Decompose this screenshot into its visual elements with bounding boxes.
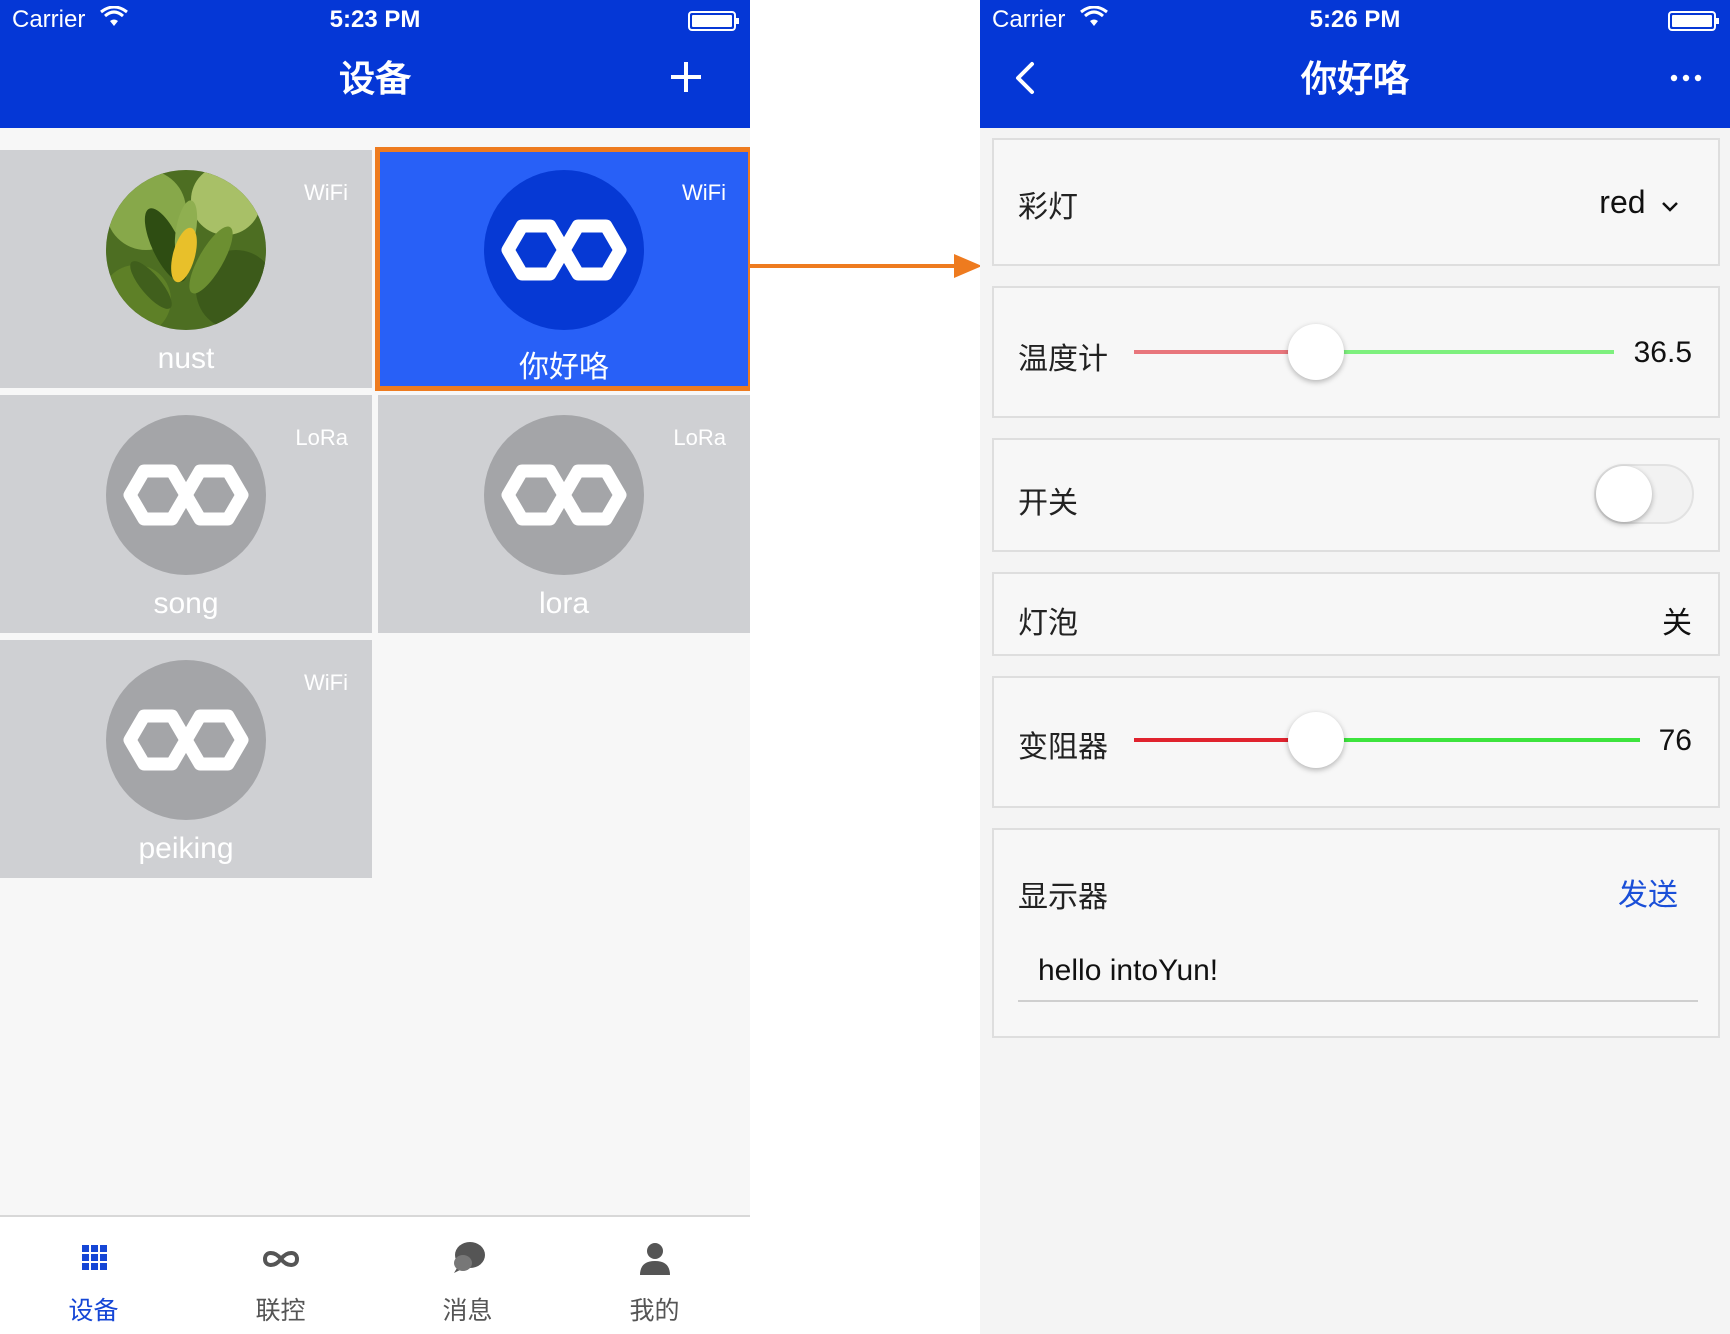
thermometer-card: 温度计 36.5 [992,286,1720,418]
intoyun-logo-icon [501,464,627,526]
device-name: peiking [138,832,234,865]
nav-bar: Carrier 5:23 PM 设备 [0,0,750,128]
rheostat-slider[interactable] [1134,678,1640,810]
tab-label: 设备 [68,1297,119,1325]
avatar [106,660,266,820]
display-text-input[interactable] [1018,942,1698,1002]
avatar [484,415,644,575]
tab-profile[interactable]: 我的 [561,1217,748,1334]
network-badge: WiFi [304,180,348,205]
status-bar: Carrier 5:23 PM [0,0,750,40]
device-name: 你好咯 [519,351,609,384]
network-badge: LoRa [673,425,726,450]
control-label: 显示器 [1018,881,1108,914]
page-title: 你好咯 [1300,58,1409,99]
grid-icon [82,1245,107,1270]
device-name: lora [538,587,590,620]
color-light-card: 彩灯 red [992,138,1720,266]
switch-card: 开关 [992,438,1720,552]
tab-label: 联控 [255,1297,306,1325]
thermometer-slider[interactable] [1134,288,1614,420]
chat-icon [454,1242,485,1273]
control-label: 彩灯 [1018,191,1078,224]
status-time: 5:26 PM [1309,6,1401,33]
battery-icon [1668,11,1719,31]
device-tile[interactable]: WiFi nust [0,150,372,388]
avatar [484,170,644,330]
display-card: 显示器 发送 [992,828,1720,1038]
select-value: red [1599,184,1646,220]
slider-thumb[interactable] [1288,324,1345,380]
device-tile[interactable]: LoRa lora [378,395,750,633]
more-icon[interactable] [1656,48,1716,104]
device-name: song [153,587,219,620]
tab-linkage[interactable]: 联控 [187,1217,374,1334]
network-badge: WiFi [682,180,726,205]
device-name: nust [157,342,215,375]
device-tile[interactable]: LoRa song [0,395,372,633]
tab-messages[interactable]: 消息 [374,1217,561,1334]
nav-bar: Carrier 5:26 PM 你好咯 [980,0,1730,128]
rheostat-value: 76 [1658,724,1692,757]
infinity-icon [262,1251,300,1267]
person-icon [640,1243,670,1275]
tab-devices[interactable]: 设备 [0,1217,187,1334]
control-label: 灯泡 [1018,607,1078,640]
intoyun-logo-icon [123,709,249,771]
control-label: 开关 [1018,487,1078,520]
page-title: 设备 [338,58,411,99]
control-label: 变阻器 [1018,731,1108,764]
tab-label: 消息 [442,1297,493,1325]
device-list-screen: Carrier 5:23 PM 设备 WiFi nust WiFi 你好咯 Lo… [0,0,750,1334]
status-bar: Carrier 5:26 PM [980,0,1730,40]
chevron-down-icon [1662,202,1678,212]
tab-bar: 设备 联控 消息 我的 [0,1215,750,1334]
arrow-icon [750,254,982,278]
tab-label: 我的 [629,1297,680,1325]
rheostat-card: 变阻器 76 [992,676,1720,808]
toggle-knob [1596,466,1652,522]
device-tile-selected[interactable]: WiFi 你好咯 [375,147,750,391]
slider-thumb[interactable] [1288,712,1345,768]
status-time: 5:23 PM [329,6,421,33]
add-icon[interactable] [656,48,716,104]
network-badge: LoRa [295,425,348,450]
device-tile[interactable]: WiFi peiking [0,640,372,878]
bulb-status: 关 [1662,607,1692,640]
intoyun-logo-icon [501,219,627,281]
avatar [106,415,266,575]
avatar [106,170,266,330]
device-detail-screen: Carrier 5:26 PM 你好咯 彩灯 red 温度计 36.5 开关 灯… [980,0,1730,1334]
slider-max-track [1316,738,1640,742]
control-label: 温度计 [1018,343,1108,376]
network-badge: WiFi [304,670,348,695]
send-button[interactable]: 发送 [1618,870,1678,914]
battery-icon [688,11,739,31]
switch-toggle[interactable] [1594,464,1694,524]
bulb-card: 灯泡 关 [992,572,1720,656]
slider-max-track [1316,350,1614,354]
thermometer-value: 36.5 [1633,336,1692,369]
intoyun-logo-icon [123,464,249,526]
color-select[interactable]: red [1599,184,1680,221]
leaf-photo [106,170,266,330]
